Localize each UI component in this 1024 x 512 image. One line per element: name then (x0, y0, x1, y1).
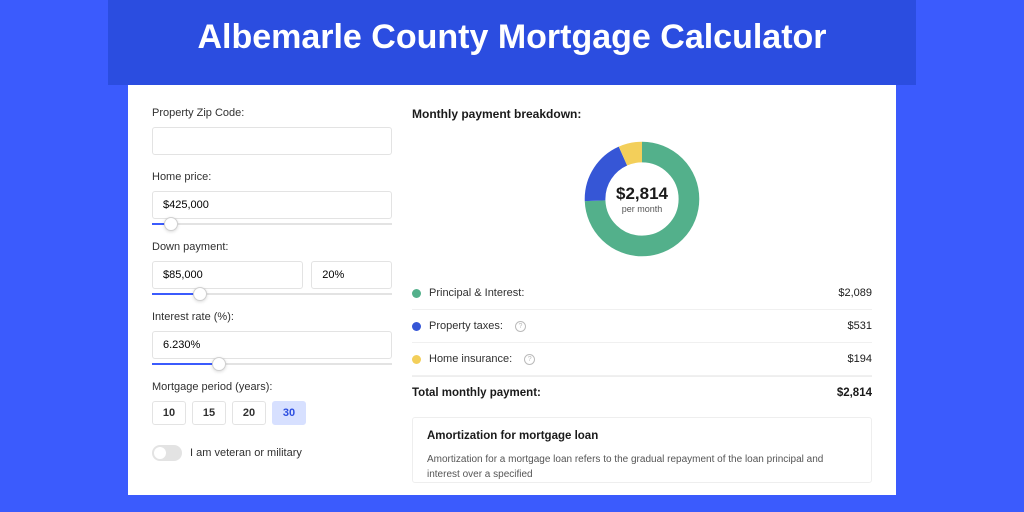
period-btn-30[interactable]: 30 (272, 401, 306, 425)
period-label: Mortgage period (years): (152, 381, 392, 393)
total-row: Total monthly payment: $2,814 (412, 376, 872, 413)
down-slider[interactable] (152, 293, 392, 295)
breakdown-panel: Monthly payment breakdown: $2,814 per mo… (412, 107, 872, 495)
period-btn-15[interactable]: 15 (192, 401, 226, 425)
donut-sub: per month (616, 204, 668, 214)
total-value: $2,814 (837, 387, 872, 399)
total-label: Total monthly payment: (412, 387, 541, 399)
legend-item-principal: Principal & Interest: $2,089 (412, 277, 872, 310)
page-title: Albemarle County Mortgage Calculator (108, 18, 916, 57)
rate-label: Interest rate (%): (152, 311, 392, 323)
slider-thumb-icon[interactable] (212, 357, 226, 371)
price-slider[interactable] (152, 223, 392, 225)
down-label: Down payment: (152, 241, 392, 253)
down-field-group: Down payment: (152, 241, 392, 295)
zip-input[interactable] (152, 127, 392, 155)
rate-field-group: Interest rate (%): (152, 311, 392, 365)
down-pct-input[interactable] (311, 261, 392, 289)
legend-label: Home insurance: (429, 353, 512, 365)
legend-label: Property taxes: (429, 320, 503, 332)
legend-value: $2,089 (838, 287, 872, 299)
slider-thumb-icon[interactable] (164, 217, 178, 231)
form-panel: Property Zip Code: Home price: Down paym… (152, 107, 392, 495)
veteran-toggle-row: I am veteran or military (152, 445, 392, 461)
header-band: Albemarle County Mortgage Calculator (108, 0, 916, 85)
legend-value: $194 (848, 353, 872, 365)
price-field-group: Home price: (152, 171, 392, 225)
zip-label: Property Zip Code: (152, 107, 392, 119)
price-label: Home price: (152, 171, 392, 183)
legend-label: Principal & Interest: (429, 287, 524, 299)
legend-item-insurance: Home insurance: ? $194 (412, 343, 872, 376)
slider-thumb-icon[interactable] (193, 287, 207, 301)
zip-field-group: Property Zip Code: (152, 107, 392, 155)
legend-item-taxes: Property taxes: ? $531 (412, 310, 872, 343)
period-btn-10[interactable]: 10 (152, 401, 186, 425)
calculator-card: Property Zip Code: Home price: Down paym… (128, 85, 896, 495)
price-input[interactable] (152, 191, 392, 219)
breakdown-title: Monthly payment breakdown: (412, 107, 872, 121)
info-icon[interactable]: ? (515, 321, 526, 332)
period-options: 10 15 20 30 (152, 401, 392, 425)
donut-chart: $2,814 per month (412, 131, 872, 277)
toggle-knob-icon (154, 447, 166, 459)
period-btn-20[interactable]: 20 (232, 401, 266, 425)
dot-icon (412, 355, 421, 364)
rate-input[interactable] (152, 331, 392, 359)
down-amount-input[interactable] (152, 261, 303, 289)
veteran-label: I am veteran or military (190, 447, 302, 459)
amortization-box: Amortization for mortgage loan Amortizat… (412, 417, 872, 483)
rate-slider[interactable] (152, 363, 392, 365)
amortization-title: Amortization for mortgage loan (427, 430, 857, 442)
donut-amount: $2,814 (616, 184, 668, 204)
veteran-toggle[interactable] (152, 445, 182, 461)
info-icon[interactable]: ? (524, 354, 535, 365)
dot-icon (412, 289, 421, 298)
period-field-group: Mortgage period (years): 10 15 20 30 (152, 381, 392, 425)
dot-icon (412, 322, 421, 331)
amortization-text: Amortization for a mortgage loan refers … (427, 452, 857, 482)
legend-value: $531 (848, 320, 872, 332)
